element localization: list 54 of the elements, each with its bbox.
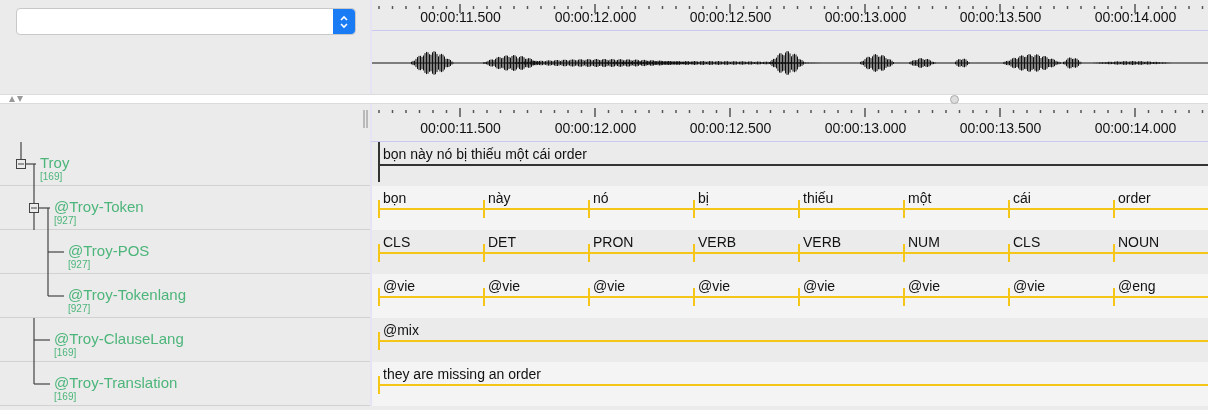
annotation[interactable]: @vie	[798, 274, 903, 312]
time-label: 00:00:13.500	[958, 10, 1043, 24]
annotation[interactable]: @vie	[588, 274, 693, 312]
tier-count: [927]	[54, 215, 77, 226]
collapse-icon[interactable]	[16, 159, 26, 169]
collapse-arrows-icon[interactable]	[9, 96, 23, 102]
annotation[interactable]: order	[1113, 186, 1208, 224]
annotation[interactable]: nó	[588, 186, 693, 224]
time-label: 00:00:11.500	[419, 121, 502, 135]
annotation[interactable]: @mix	[378, 318, 1208, 356]
annotation[interactable]: @vie	[693, 274, 798, 312]
time-label: 00:00:14.000	[1093, 121, 1178, 135]
tier-count: [927]	[68, 259, 91, 270]
annotation[interactable]: @vie	[1008, 274, 1113, 312]
annotation[interactable]: VERB	[693, 230, 798, 268]
tier-count: [169]	[54, 347, 77, 358]
annotation[interactable]: PRON	[588, 230, 693, 268]
annotation[interactable]: cái	[1008, 186, 1113, 224]
annotation[interactable]: @vie	[378, 274, 483, 312]
time-label: 00:00:14.000	[1093, 10, 1178, 24]
annotation[interactable]: @eng	[1113, 274, 1208, 312]
annotation[interactable]: NOUN	[1113, 230, 1208, 268]
annotation[interactable]: bị	[693, 186, 798, 224]
tier-count: [169]	[40, 171, 63, 182]
annotation[interactable]: này	[483, 186, 588, 224]
time-label: 00:00:12.000	[553, 10, 638, 24]
time-label: 00:00:13.500	[958, 121, 1043, 135]
annotation[interactable]: NUM	[903, 230, 1008, 268]
collapse-icon[interactable]	[29, 203, 39, 213]
annotation[interactable]: bọn này nó bị thiếu một cái order	[378, 142, 1208, 180]
annotation[interactable]: VERB	[798, 230, 903, 268]
time-label: 00:00:12.500	[688, 10, 773, 24]
scroll-handle-icon[interactable]	[950, 95, 959, 104]
annotation[interactable]: CLS	[378, 230, 483, 268]
time-label: 00:00:12.000	[553, 121, 638, 135]
annotation[interactable]: CLS	[1008, 230, 1113, 268]
annotation[interactable]: they are missing an order	[378, 362, 1208, 400]
tree-line	[33, 186, 51, 230]
resize-handle-icon[interactable]	[363, 110, 368, 128]
dropdown-field[interactable]	[16, 8, 356, 35]
tier-count: [927]	[68, 303, 91, 314]
annotation[interactable]: DET	[483, 230, 588, 268]
tree-line	[20, 142, 37, 186]
time-label: 00:00:13.000	[823, 121, 908, 135]
annotation[interactable]: bọn	[378, 186, 483, 224]
time-label: 00:00:11.500	[419, 10, 502, 24]
time-label: 00:00:12.500	[688, 121, 773, 135]
annotation[interactable]: @vie	[903, 274, 1008, 312]
tier-count: [169]	[54, 391, 77, 402]
annotation[interactable]: một	[903, 186, 1008, 224]
stepper-icon	[333, 9, 355, 34]
annotation[interactable]: @vie	[483, 274, 588, 312]
annotation[interactable]: thiếu	[798, 186, 903, 224]
time-label: 00:00:13.000	[823, 10, 908, 24]
